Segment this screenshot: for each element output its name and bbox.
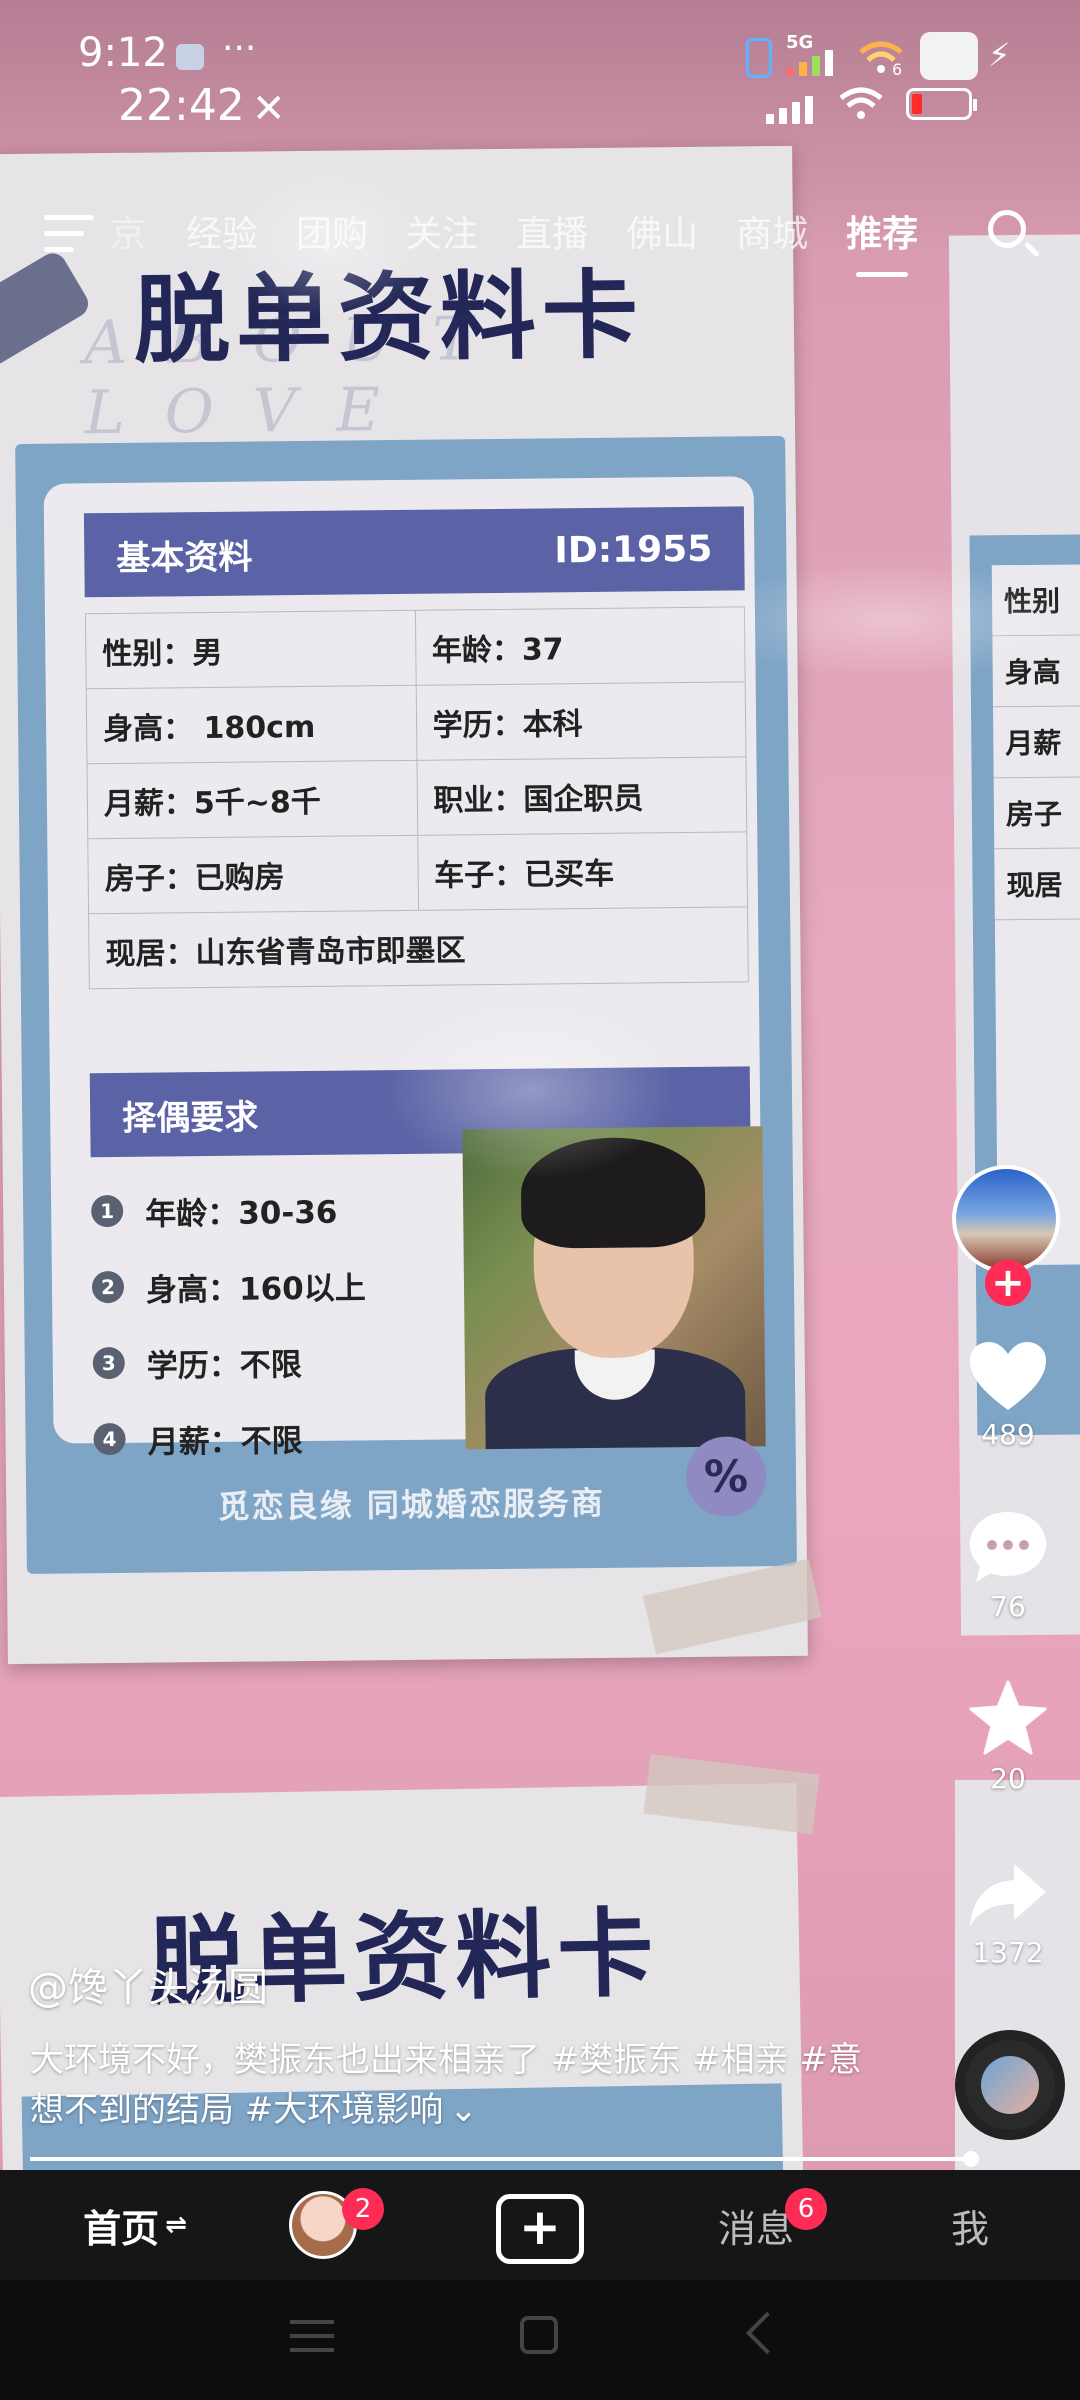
tag-decoration xyxy=(643,1754,820,1835)
profile-poster: 脱单资料卡 ABOUT LOVE 基本资料 ID:1955 性别：男 年龄：37 xyxy=(0,145,822,1665)
heart-icon xyxy=(970,1342,1046,1410)
charging-icon: ⚡ xyxy=(988,36,1011,74)
plus-icon: + xyxy=(519,2198,561,2256)
info-row: 房子：已购房 车子：已买车 xyxy=(88,832,748,915)
info-row: 身高： 180cm 学历：本科 xyxy=(86,682,746,765)
info-cell: 现居：山东省青岛市即墨区 xyxy=(105,933,466,973)
poster-card: 基本资料 ID:1955 性别：男 年龄：37 身高： 180cm 学历：本科 xyxy=(15,435,797,1574)
requirement-item: 1 年龄：30-36 xyxy=(91,1170,422,1249)
music-disc-icon[interactable] xyxy=(955,2030,1065,2140)
author-username[interactable]: @馋丫头汤圆 xyxy=(28,1955,268,2013)
info-cell: 房子：已购房 xyxy=(104,860,285,898)
tab-messages[interactable]: 消息 xyxy=(706,2170,806,2280)
basic-info-table: 性别：男 年龄：37 身高： 180cm 学历：本科 月薪：5千~8千 职业：国… xyxy=(84,606,749,990)
share-count: 1372 xyxy=(972,1936,1044,1969)
expand-caption-icon[interactable]: ⌄ xyxy=(449,2085,478,2135)
tape-decoration xyxy=(642,1558,822,1655)
wifi-badge: 6 xyxy=(892,60,903,79)
douyin-video-screen: 性别 身高 月薪 房子 现居 脱单资料卡 ABOUT LOVE 基本资料 ID:… xyxy=(0,0,1080,2400)
tab-local[interactable]: 佛山 xyxy=(626,195,698,275)
friends-badge: 2 xyxy=(342,2188,384,2230)
info-row: 性别：男 年龄：37 xyxy=(85,607,745,690)
messages-badge: 6 xyxy=(785,2188,827,2230)
info-cell: 月薪：5千~8千 xyxy=(103,784,321,823)
favorite-button[interactable]: 20 xyxy=(948,1680,1068,1795)
favorite-count: 20 xyxy=(990,1762,1026,1795)
status-bar: 9:12 ··· 22:42 ✕ 5G 6 ⚡ xyxy=(0,0,1080,140)
tab-live[interactable]: 直播 xyxy=(516,195,588,275)
profile-mini-icon xyxy=(920,32,978,80)
progress-fill xyxy=(30,2157,971,2161)
number-circle-icon: 1 xyxy=(91,1194,124,1228)
number-circle-icon: 3 xyxy=(92,1346,125,1380)
tab-mall[interactable]: 商城 xyxy=(736,195,808,275)
like-button[interactable]: 489 xyxy=(948,1340,1068,1451)
feed-tabs: 京 经验 团购 关注 直播 佛山 商城 推荐 xyxy=(110,195,956,277)
side-row: 月薪 xyxy=(993,706,1080,779)
switch-icon: ⇌ xyxy=(165,2210,187,2240)
requirement-item: 3 学历：不限 xyxy=(92,1322,423,1401)
dual-screen-icon xyxy=(746,38,772,78)
side-row: 现居 xyxy=(994,848,1080,921)
signal-icon xyxy=(786,50,833,76)
info-cell: 学历：本科 xyxy=(415,682,746,760)
app-notification-icon xyxy=(176,44,204,70)
tab-friends[interactable] xyxy=(288,2170,358,2280)
top-navigation: 京 经验 团购 关注 直播 佛山 商城 推荐 xyxy=(0,195,1080,285)
share-button[interactable]: 1372 xyxy=(948,1860,1068,1969)
system-navigation-bar xyxy=(0,2280,1080,2400)
tab-recommended[interactable]: 推荐 xyxy=(846,195,918,277)
create-post-button[interactable]: + xyxy=(496,2194,584,2264)
number-circle-icon: 2 xyxy=(91,1270,125,1304)
follow-button[interactable]: + xyxy=(985,1260,1031,1306)
tab-home[interactable]: 首页 ⇌ xyxy=(60,2170,210,2280)
info-cell: 性别：男 xyxy=(102,635,223,673)
agency-slogan: 觅恋良缘 同城婚恋服务商 xyxy=(217,1483,606,1526)
recent-apps-icon[interactable] xyxy=(290,2320,334,2354)
percent-sticker: % xyxy=(685,1436,767,1518)
info-cell: 身高： 180cm xyxy=(102,709,316,748)
like-count: 489 xyxy=(981,1418,1035,1451)
tab-group-buy[interactable]: 团购 xyxy=(296,195,368,275)
wifi-secondary-icon xyxy=(839,87,883,119)
video-caption[interactable]: 大环境不好，樊振东也出来相亲了 #樊振东 #相亲 #意想不到的结局 #大环境影响… xyxy=(30,2035,870,2135)
info-row: 月薪：5千~8千 职业：国企职员 xyxy=(87,757,747,840)
progress-thumb[interactable] xyxy=(962,2151,979,2167)
info-cell: 车子：已买车 xyxy=(416,832,748,910)
comment-icon xyxy=(970,1512,1046,1582)
home-icon[interactable] xyxy=(520,2316,558,2354)
bottom-tab-bar: 首页 ⇌ 2 + 消息 6 我 xyxy=(0,2170,1080,2280)
section-header-basic: 基本资料 ID:1955 xyxy=(83,506,745,598)
search-icon[interactable] xyxy=(988,210,1026,248)
signal-bars-icon xyxy=(766,96,813,124)
clock-secondary: 22:42 xyxy=(118,80,245,131)
clock-primary: 9:12 xyxy=(78,30,168,76)
tab-me[interactable]: 我 xyxy=(920,2170,1020,2280)
poster-subtitle: ABOUT LOVE xyxy=(83,303,513,449)
tools-icon: ✕ xyxy=(252,86,286,132)
tab-following[interactable]: 关注 xyxy=(406,195,478,275)
tab-experience[interactable]: 经验 xyxy=(186,195,258,275)
tab-partial[interactable]: 京 xyxy=(110,195,146,275)
info-cell: 年龄：37 xyxy=(414,607,745,685)
requirement-item: 4 月薪：不限 xyxy=(93,1398,424,1477)
info-row: 现居：山东省青岛市即墨区 xyxy=(89,907,748,988)
video-frame[interactable]: 性别 身高 月薪 房子 现居 脱单资料卡 ABOUT LOVE 基本资料 ID:… xyxy=(0,0,1080,2237)
more-notifications-icon: ··· xyxy=(222,28,257,69)
video-progress-bar[interactable] xyxy=(30,2151,980,2167)
requirement-item: 2 身高：160以上 xyxy=(91,1246,423,1325)
side-row: 房子 xyxy=(993,777,1080,850)
requirements-list: 1 年龄：30-36 2 身高：160以上 3 学历：不限 4 月薪：不限 xyxy=(91,1170,424,1477)
comment-count: 76 xyxy=(990,1590,1026,1623)
info-cell: 职业：国企职员 xyxy=(415,757,747,835)
battery-icon xyxy=(906,88,977,120)
star-icon xyxy=(969,1680,1047,1755)
number-circle-icon: 4 xyxy=(93,1422,126,1456)
back-icon[interactable] xyxy=(745,2311,789,2355)
author-avatar[interactable] xyxy=(952,1165,1060,1273)
share-arrow-icon xyxy=(970,1864,1046,1926)
hamburger-icon[interactable] xyxy=(44,215,94,255)
profile-id: ID:1955 xyxy=(554,528,713,571)
comment-button[interactable]: 76 xyxy=(948,1510,1068,1623)
